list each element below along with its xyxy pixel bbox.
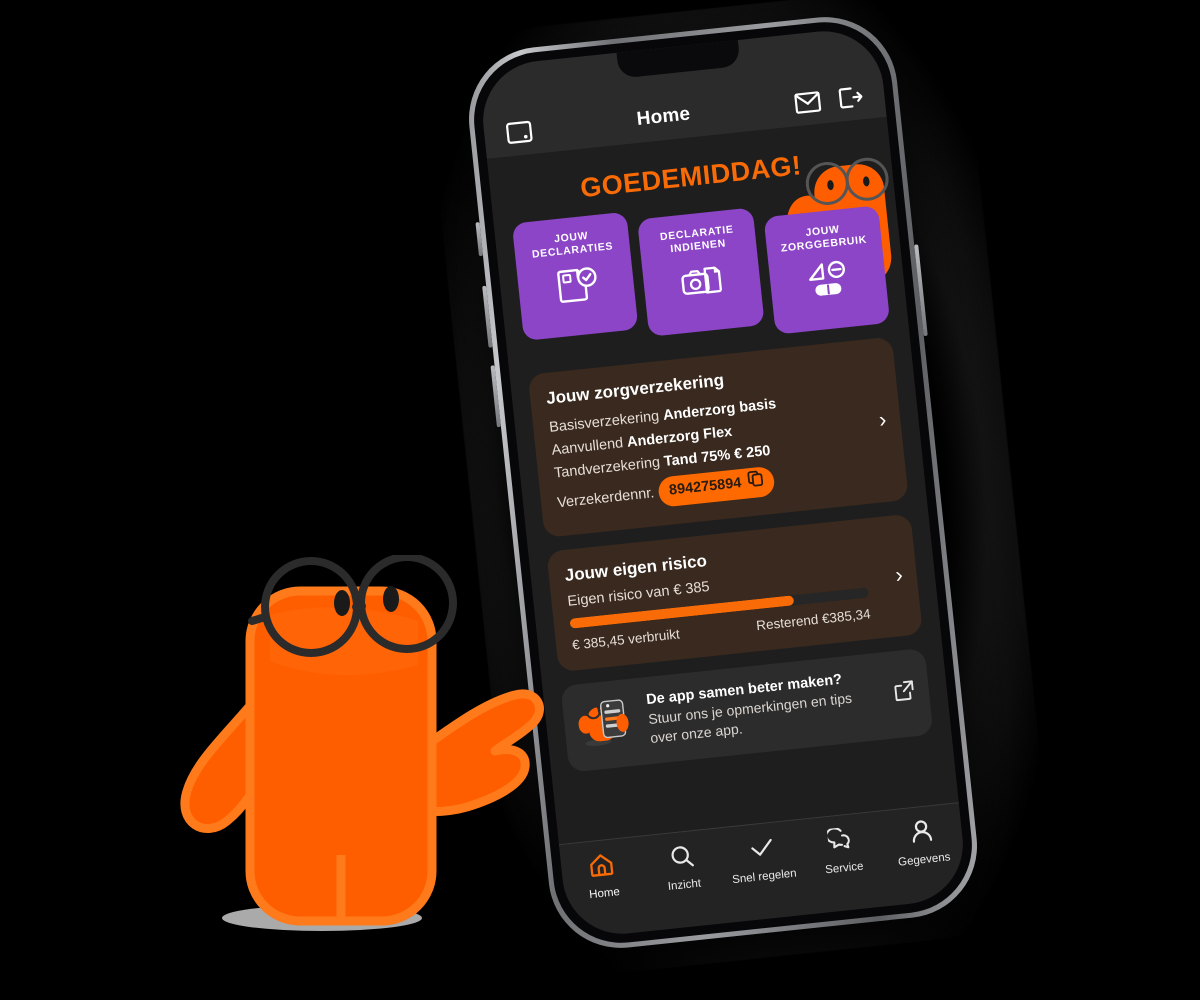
external-link-icon[interactable] [893,679,917,707]
phone-screen: Home GOEDEMIDDAG! JOUW DECLARATIES DECLA… [477,25,969,940]
quick-action-label: JOUW ZORGGEBRUIK [780,223,868,255]
tab-service[interactable]: Service [803,824,882,878]
chevron-right-icon[interactable]: › [878,407,888,433]
check-icon [747,835,776,867]
tab-label: Inzicht [667,877,702,893]
person-icon [907,818,936,850]
quick-action-jouw-zorggebruik[interactable]: JOUW ZORGGEBRUIK [763,205,891,335]
policy-label: Verzekerdennr. [556,484,656,511]
search-icon [667,843,696,875]
quick-actions-row: JOUW DECLARATIES DECLARATIE INDIENEN JOU… [511,185,891,361]
quick-action-label: JOUW DECLARATIES [531,229,614,261]
logout-icon[interactable] [837,85,863,109]
deductible-card[interactable]: Jouw eigen risico Eigen risico van € 385… [546,513,923,672]
copy-icon[interactable] [747,469,764,495]
tab-label: Gegevens [897,851,952,869]
mail-icon[interactable] [794,90,822,114]
quick-action-label: DECLARATIE INDIENEN [659,223,735,256]
document-check-icon [553,265,599,310]
quick-action-jouw-declaraties[interactable]: JOUW DECLARATIES [511,211,639,342]
tab-gegevens[interactable]: Gegevens [883,815,962,869]
tab-label: Service [824,860,865,877]
chevron-right-icon[interactable]: › [894,562,904,588]
feedback-banner[interactable]: De app samen beter maken? Stuur ons je o… [560,647,934,773]
quick-action-declaratie-indienen[interactable]: DECLARATIE INDIENEN [637,207,765,337]
app-content: GOEDEMIDDAG! JOUW DECLARATIES DECLARATIE… [486,116,959,845]
camera-receipt-icon [678,261,726,304]
tab-label: Snel regelen [731,867,798,887]
tab-label: Home [588,886,621,902]
policy-number: 894275894 [668,475,743,499]
pill-icon [805,259,851,304]
orange-mascot-icon [180,555,544,926]
tab-inzicht[interactable]: Inzicht [643,841,722,895]
amount-remaining-label: Resterend €385,34 [755,606,872,634]
insurance-card-icon[interactable] [505,120,533,145]
tab-home[interactable]: Home [563,849,642,903]
tab-snel-regelen[interactable]: Snel regelen [723,832,802,886]
row-label: Aanvullend [550,435,624,459]
mascot-phone-icon [576,691,640,758]
home-icon [587,852,616,884]
scene: Home GOEDEMIDDAG! JOUW DECLARATIES DECLA… [0,0,1200,1000]
insurance-summary-card[interactable]: Jouw zorgverzekering Basisverzekering An… [527,336,909,538]
chat-icon [825,826,856,858]
amount-used-label: € 385,45 verbruikt [571,626,681,653]
